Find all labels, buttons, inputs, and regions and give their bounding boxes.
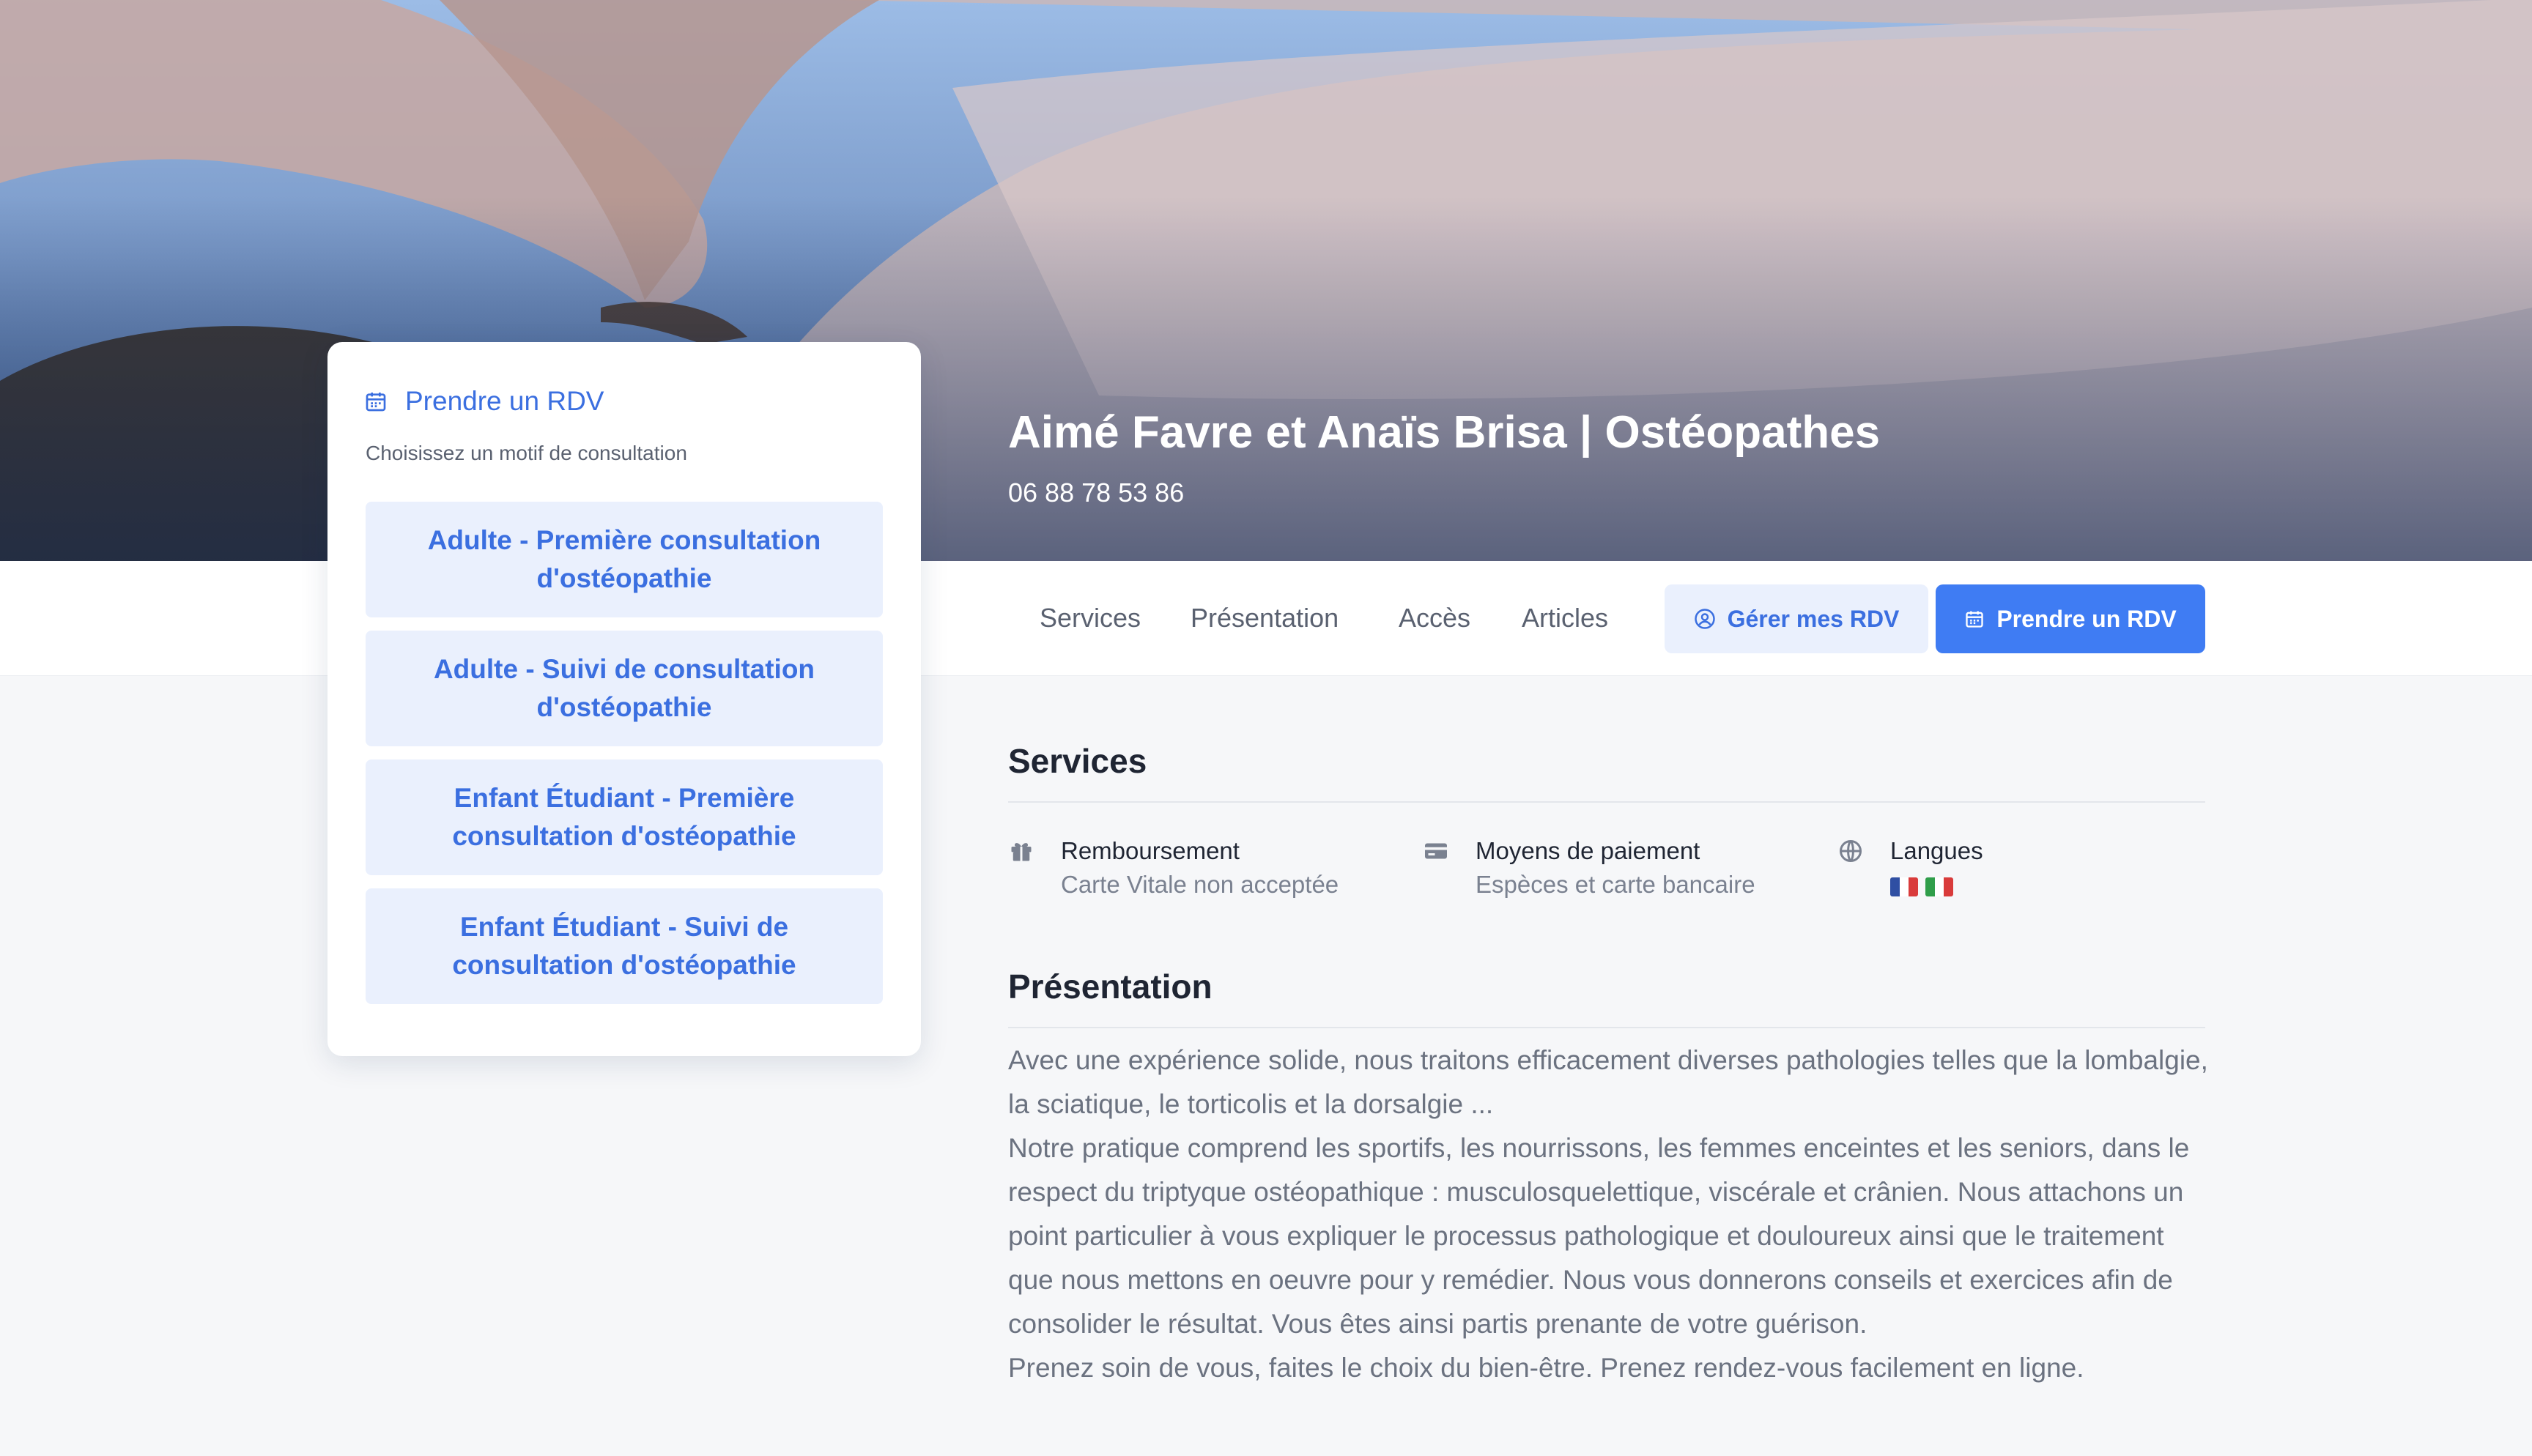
presentation-divider	[1008, 1027, 2205, 1028]
presentation-paragraph: Notre pratique comprend les sportifs, le…	[1008, 1133, 2190, 1339]
service-label: Langues	[1890, 837, 1983, 864]
nav-link-presentation[interactable]: Présentation	[1191, 602, 1339, 634]
presentation-paragraph: Prenez soin de vous, faites le choix du …	[1008, 1353, 2084, 1383]
services-heading: Services	[1008, 742, 1147, 780]
calendar-icon	[1966, 611, 1983, 628]
nav-link-acces[interactable]: Accès	[1399, 602, 1470, 634]
service-payment: Moyens de paiement Espèces et carte banc…	[1423, 835, 1755, 901]
service-value: Espèces et carte bancaire	[1476, 871, 1755, 898]
service-languages: Langues	[1837, 835, 1983, 896]
french-flag-icon	[1890, 877, 1918, 896]
manage-appointments-label: Gérer mes RDV	[1727, 605, 1900, 632]
presentation-heading: Présentation	[1008, 967, 1213, 1006]
service-value: Carte Vitale non acceptée	[1061, 871, 1339, 898]
motif-button-adult-first[interactable]: Adulte - Première consultation d'ostéopa…	[366, 502, 883, 617]
presentation-paragraph: Avec une expérience solide, nous traiton…	[1008, 1045, 2208, 1119]
motif-button-child-first[interactable]: Enfant Étudiant - Première consultation …	[366, 759, 883, 875]
motif-button-adult-followup[interactable]: Adulte - Suivi de consultation d'ostéopa…	[366, 631, 883, 746]
booking-card: Prendre un RDV Choisissez un motif de co…	[327, 342, 921, 1056]
language-flags	[1890, 877, 1983, 896]
credit-card-icon	[1425, 843, 1447, 859]
book-appointment-button[interactable]: Prendre un RDV	[1936, 584, 2205, 653]
italian-flag-icon	[1925, 877, 1953, 896]
user-circle-icon	[1694, 609, 1715, 629]
manage-appointments-button[interactable]: Gérer mes RDV	[1665, 584, 1928, 653]
globe-icon	[1840, 840, 1862, 862]
motif-button-child-followup[interactable]: Enfant Étudiant - Suivi de consultation …	[366, 888, 883, 1004]
service-label: Remboursement	[1061, 837, 1240, 864]
booking-card-title: Prendre un RDV	[405, 386, 604, 416]
nav-link-articles[interactable]: Articles	[1522, 602, 1608, 634]
service-label: Moyens de paiement	[1476, 837, 1700, 864]
phone-number[interactable]: 06 88 78 53 86	[1008, 478, 1184, 508]
services-divider	[1008, 801, 2205, 803]
calendar-icon	[366, 393, 386, 412]
presentation-text: Avec une expérience solide, nous traiton…	[1008, 1039, 2210, 1390]
booking-card-subtitle: Choisissez un motif de consultation	[366, 442, 687, 464]
booking-card-header: Prendre un RDV	[364, 386, 604, 417]
gift-icon	[1011, 843, 1032, 861]
practitioner-title: Aimé Favre et Anaïs Brisa | Ostéopathes	[1008, 407, 1881, 458]
service-reimbursement: Remboursement Carte Vitale non acceptée	[1008, 835, 1339, 901]
book-appointment-label: Prendre un RDV	[1996, 605, 2177, 632]
nav-link-services[interactable]: Services	[1040, 602, 1141, 634]
